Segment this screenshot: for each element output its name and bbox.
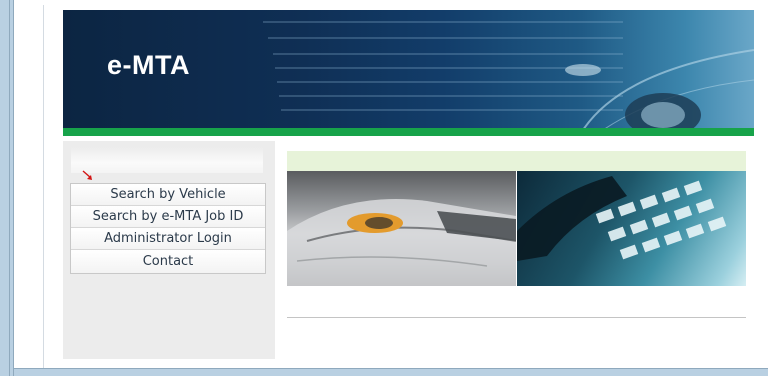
main-content — [287, 151, 746, 361]
navigation-menu: Search by Vehicle Search by e-MTA Job ID… — [70, 183, 266, 274]
car-illustration — [287, 199, 516, 286]
content-banner-strip — [287, 151, 746, 171]
frame-border — [13, 368, 768, 369]
header-accent-bar — [63, 128, 754, 136]
content-divider — [287, 317, 746, 318]
nav-contact[interactable]: Contact — [71, 250, 265, 273]
keyboard-illustration — [517, 176, 727, 261]
sidebar: Search by Vehicle Search by e-MTA Job ID… — [63, 141, 275, 359]
keyboard-photo — [517, 171, 746, 286]
red-arrow-icon — [82, 170, 92, 180]
frame-border — [9, 0, 10, 376]
nav-search-by-job-id[interactable]: Search by e-MTA Job ID — [71, 206, 265, 228]
damaged-car-photo — [287, 171, 516, 286]
sidebar-header — [71, 147, 263, 173]
nav-administrator-login[interactable]: Administrator Login — [71, 228, 265, 250]
nav-search-by-vehicle[interactable]: Search by Vehicle — [71, 184, 265, 206]
site-header-banner: e-MTA — [63, 10, 754, 130]
site-logo[interactable]: e-MTA — [107, 50, 190, 81]
